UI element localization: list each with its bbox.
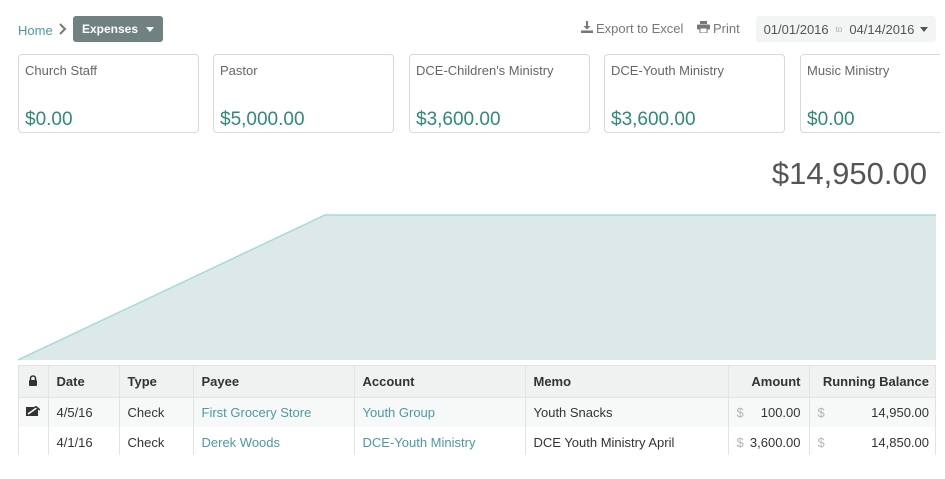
row-date: 4/1/16	[48, 427, 120, 455]
row-date: 4/5/16	[48, 397, 120, 427]
amount-column-header[interactable]: Amount	[728, 366, 810, 398]
card-title: DCE-Children's Ministry	[416, 63, 554, 78]
card-title: Music Ministry	[807, 63, 890, 78]
card-dce-childrens-ministry[interactable]: DCE-Children's Ministry $3,600.00	[409, 54, 590, 133]
currency-symbol: $	[817, 434, 825, 450]
account-summary-cards: Church Staff $0.00 Pastor $5,000.00 DCE-…	[18, 54, 940, 134]
caret-down-icon	[920, 26, 929, 32]
currency-symbol: $	[817, 404, 825, 420]
lock-column-header[interactable]	[19, 366, 49, 398]
card-amount: $0.00	[807, 109, 855, 130]
memo-column-header[interactable]: Memo	[525, 366, 729, 398]
card-title: Pastor	[220, 63, 258, 78]
card-amount: $0.00	[25, 109, 73, 130]
card-dce-youth-ministry[interactable]: DCE-Youth Ministry $3,600.00	[604, 54, 785, 133]
expenses-label: Expenses	[82, 22, 139, 36]
transactions-table: Date Type Payee Account Memo Amount Runn…	[18, 365, 936, 455]
row-type: Check	[119, 427, 194, 455]
row-status-cell	[19, 427, 49, 455]
breadcrumb-home-link[interactable]: Home	[18, 23, 53, 38]
amount-value: 100.00	[760, 404, 801, 420]
row-running-balance: $14,950.00	[809, 397, 935, 427]
type-column-header[interactable]: Type	[119, 366, 194, 398]
table-row[interactable]: 4/5/16 Check First Grocery Store Youth G…	[19, 397, 935, 427]
running-balance-area-chart	[18, 214, 936, 361]
row-payee-link[interactable]: First Grocery Store	[193, 397, 355, 427]
chevron-right-icon	[58, 22, 72, 38]
download-icon	[581, 21, 593, 36]
balance-value: 14,950.00	[871, 404, 929, 420]
account-column-header[interactable]: Account	[354, 366, 526, 398]
card-amount: $3,600.00	[416, 109, 501, 130]
row-amount: $3,600.00	[728, 427, 810, 455]
print-label: Print	[713, 21, 740, 36]
date-to-separator: to	[835, 24, 843, 34]
currency-symbol: $	[736, 434, 744, 450]
export-excel-button[interactable]: Export to Excel	[581, 21, 683, 36]
date-column-header[interactable]: Date	[48, 366, 120, 398]
currency-symbol: $	[736, 404, 744, 420]
date-to: 04/14/2016	[849, 21, 915, 37]
row-memo: Youth Snacks	[525, 397, 729, 427]
export-excel-label: Export to Excel	[596, 21, 684, 36]
table-row[interactable]: 4/1/16 Check Derek Woods DCE-Youth Minis…	[19, 427, 935, 455]
expenses-dropdown-button[interactable]: Expenses	[73, 16, 164, 42]
row-account-link[interactable]: Youth Group	[354, 397, 526, 427]
row-amount: $100.00	[728, 397, 810, 427]
reconciled-icon[interactable]	[26, 405, 41, 420]
table-header-row: Date Type Payee Account Memo Amount Runn…	[19, 366, 935, 398]
amount-value: 3,600.00	[749, 434, 801, 450]
printer-icon	[697, 21, 710, 36]
row-account-link[interactable]: DCE-Youth Ministry	[354, 427, 526, 455]
card-music-ministry[interactable]: Music Ministry $0.00	[800, 54, 940, 133]
card-church-staff[interactable]: Church Staff $0.00	[18, 54, 199, 133]
row-running-balance: $14,850.00	[809, 427, 935, 455]
total-amount: $14,950.00	[771, 156, 927, 191]
print-button[interactable]: Print	[697, 21, 740, 36]
card-amount: $3,600.00	[611, 109, 696, 130]
row-type: Check	[119, 397, 194, 427]
area-series-fill	[18, 215, 936, 360]
row-memo: DCE Youth Ministry April	[525, 427, 729, 455]
caret-down-icon	[146, 26, 155, 32]
card-amount: $5,000.00	[220, 109, 305, 130]
card-pastor[interactable]: Pastor $5,000.00	[213, 54, 394, 133]
card-title: Church Staff	[25, 63, 98, 78]
payee-column-header[interactable]: Payee	[193, 366, 355, 398]
balance-value: 14,850.00	[871, 434, 929, 450]
lock-icon	[28, 374, 38, 389]
date-range-picker[interactable]: 01/01/2016 to 04/14/2016	[756, 16, 936, 42]
running-balance-column-header[interactable]: Running Balance	[809, 366, 935, 398]
card-title: DCE-Youth Ministry	[611, 63, 724, 78]
row-payee-link[interactable]: Derek Woods	[193, 427, 355, 455]
top-bar: Home Expenses Export to Excel Print 01/0…	[0, 0, 945, 52]
date-from: 01/01/2016	[763, 21, 829, 37]
row-status-cell	[19, 397, 49, 427]
